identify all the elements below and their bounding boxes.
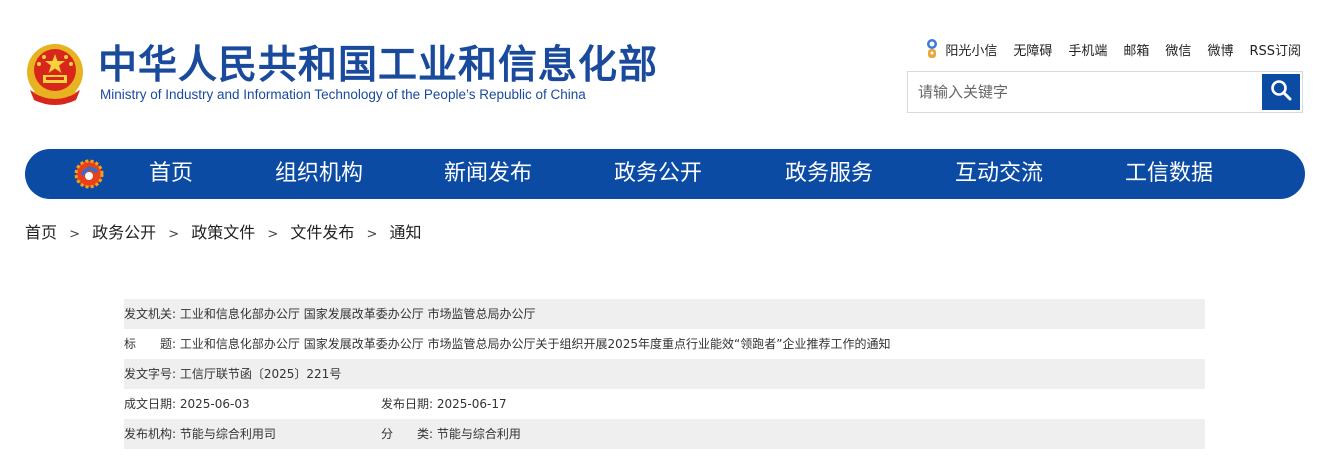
breadcrumb: 首页 > 政务公开 > 政策文件 > 文件发布 > 通知 bbox=[25, 219, 421, 243]
sunshine-assistant-icon bbox=[923, 38, 941, 60]
breadcrumb-current-notice: 通知 bbox=[389, 223, 422, 242]
top-link-wechat[interactable]: 微信 bbox=[1165, 40, 1191, 59]
written-date-value: 2025-06-03 bbox=[179, 397, 250, 411]
issuer-value: 工业和信息化部办公厅 国家发展改革委办公厅 市场监管总局办公厅 bbox=[179, 307, 536, 321]
site-subtitle: Ministry of Industry and Information Tec… bbox=[100, 87, 586, 102]
nav-item-interaction[interactable]: 互动交流 bbox=[955, 149, 1043, 199]
top-links: 阳光小信 无障碍 手机端 邮箱 微信 微博 RSS订阅 bbox=[923, 38, 1301, 60]
info-row-publisher: 发布机构: 节能与综合利用司 分 类: 节能与综合利用 bbox=[124, 419, 1205, 449]
written-date-label: 成文日期: bbox=[124, 397, 177, 411]
breadcrumb-home[interactable]: 首页 bbox=[25, 223, 57, 242]
nav-item-home[interactable]: 首页 bbox=[149, 149, 193, 199]
document-number-value: 工信厅联节函〔2025〕221号 bbox=[179, 367, 342, 381]
top-link-sunshine[interactable]: 阳光小信 bbox=[923, 38, 997, 60]
issuer-label: 发文机关: bbox=[124, 307, 177, 321]
breadcrumb-policy-documents[interactable]: 政策文件 bbox=[191, 223, 255, 242]
nav-item-government-services[interactable]: 政务服务 bbox=[785, 149, 873, 199]
nav-item-data[interactable]: 工信数据 bbox=[1125, 149, 1213, 199]
title-label: 标 题: bbox=[124, 337, 177, 351]
search-input[interactable] bbox=[908, 72, 1263, 112]
main-nav: 首页 组织机构 新闻发布 政务公开 政务服务 互动交流 工信数据 bbox=[25, 149, 1305, 199]
national-emblem-logo[interactable] bbox=[24, 42, 86, 108]
info-row-dates: 成文日期: 2025-06-03 发布日期: 2025-06-17 bbox=[124, 389, 1205, 419]
document-info-table: 发文机关: 工业和信息化部办公厅 国家发展改革委办公厅 市场监管总局办公厅 标 … bbox=[124, 299, 1205, 449]
publisher-value: 节能与综合利用司 bbox=[179, 427, 276, 441]
breadcrumb-separator: > bbox=[69, 227, 81, 242]
publish-date-cell: 发布日期: 2025-06-17 bbox=[381, 389, 507, 419]
top-link-mobile[interactable]: 手机端 bbox=[1068, 40, 1107, 59]
category-cell: 分 类: 节能与综合利用 bbox=[381, 419, 521, 449]
breadcrumb-separator: > bbox=[366, 227, 378, 242]
search-icon bbox=[1270, 79, 1292, 105]
site-title: 中华人民共和国工业和信息化部 bbox=[98, 43, 659, 88]
top-link-mailbox[interactable]: 邮箱 bbox=[1123, 40, 1149, 59]
publisher-label: 发布机构: bbox=[124, 427, 177, 441]
search-button[interactable] bbox=[1262, 74, 1300, 110]
top-link-rss[interactable]: RSS订阅 bbox=[1249, 40, 1301, 59]
top-link-accessibility[interactable]: 无障碍 bbox=[1013, 40, 1052, 59]
search-box bbox=[907, 71, 1303, 113]
nav-item-news[interactable]: 新闻发布 bbox=[444, 149, 532, 199]
info-row-issuer: 发文机关: 工业和信息化部办公厅 国家发展改革委办公厅 市场监管总局办公厅 bbox=[124, 299, 1205, 329]
top-link-weibo[interactable]: 微博 bbox=[1207, 40, 1233, 59]
breadcrumb-government-affairs[interactable]: 政务公开 bbox=[92, 223, 156, 242]
breadcrumb-document-release[interactable]: 文件发布 bbox=[290, 223, 354, 242]
category-value: 节能与综合利用 bbox=[436, 427, 521, 441]
publish-date-value: 2025-06-17 bbox=[436, 397, 507, 411]
document-title-value: 工业和信息化部办公厅 国家发展改革委办公厅 市场监管总局办公厅关于组织开展202… bbox=[179, 337, 891, 351]
publish-date-label: 发布日期: bbox=[381, 397, 434, 411]
breadcrumb-separator: > bbox=[267, 227, 279, 242]
breadcrumb-separator: > bbox=[168, 227, 180, 242]
nav-home-logo-icon[interactable] bbox=[73, 158, 105, 190]
info-row-document-number: 发文字号: 工信厅联节函〔2025〕221号 bbox=[124, 359, 1205, 389]
category-label: 分 类: bbox=[381, 427, 434, 441]
nav-item-government-affairs[interactable]: 政务公开 bbox=[614, 149, 702, 199]
document-number-label: 发文字号: bbox=[124, 367, 177, 381]
info-row-title: 标 题: 工业和信息化部办公厅 国家发展改革委办公厅 市场监管总局办公厅关于组织… bbox=[124, 329, 1205, 359]
top-link-label: 阳光小信 bbox=[945, 43, 998, 59]
nav-item-organization[interactable]: 组织机构 bbox=[275, 149, 363, 199]
